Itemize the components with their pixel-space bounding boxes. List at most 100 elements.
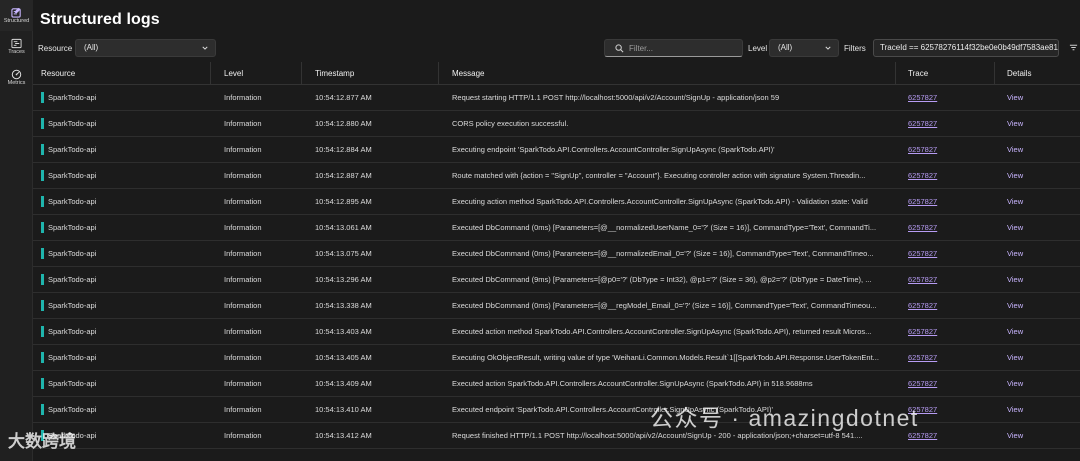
trace-link[interactable]: 6257827: [908, 327, 937, 336]
resource-name: SparkTodo-api: [48, 171, 97, 180]
trace-cell: 6257827: [896, 379, 995, 388]
trace-cell: 6257827: [896, 171, 995, 180]
resource-name: SparkTodo-api: [48, 379, 97, 388]
table-row[interactable]: SparkTodo-api Information 10:54:12.887 AM R…: [33, 163, 1080, 189]
table-row[interactable]: SparkTodo-api Information 10:54:13.405 AM E…: [33, 345, 1080, 371]
resource-color-bar: [41, 118, 44, 129]
table-row[interactable]: SparkTodo-api Information 10:54:12.884 AM E…: [33, 137, 1080, 163]
details-cell: View: [995, 275, 1080, 284]
level-select[interactable]: (All): [769, 39, 839, 57]
timestamp-cell: 10:54:13.296 AM: [315, 275, 372, 284]
level-cell: Information: [224, 171, 262, 180]
column-header-details[interactable]: Details: [995, 62, 1080, 84]
trace-filter-chip[interactable]: TraceId == 62578276114f32be0e0b49df7583a…: [873, 39, 1059, 57]
rail-item-structured[interactable]: Structured: [0, 0, 33, 31]
resource-color-bar: [41, 430, 44, 441]
trace-link[interactable]: 6257827: [908, 275, 937, 284]
table-row[interactable]: SparkTodo-api Information 10:54:13.061 AM E…: [33, 215, 1080, 241]
resource-cell: SparkTodo-api: [33, 170, 211, 181]
rail-item-metrics[interactable]: Metrics: [0, 62, 33, 93]
table-row[interactable]: SparkTodo-api Information 10:54:12.877 AM R…: [33, 85, 1080, 111]
resource-cell: SparkTodo-api: [33, 430, 211, 441]
resource-cell: SparkTodo-api: [33, 196, 211, 207]
level-cell: Information: [224, 327, 262, 336]
search-icon: [615, 44, 624, 53]
trace-link[interactable]: 6257827: [908, 223, 937, 232]
table-row[interactable]: SparkTodo-api Information 10:54:13.338 AM E…: [33, 293, 1080, 319]
table-row[interactable]: SparkTodo-api Information 10:54:13.412 AM R…: [33, 423, 1080, 449]
structured-logs-icon: [11, 7, 21, 18]
view-details-link[interactable]: View: [1007, 197, 1023, 206]
level-cell: Information: [224, 405, 262, 414]
level-cell: Information: [224, 379, 262, 388]
table-row[interactable]: SparkTodo-api Information 10:54:13.410 AM E…: [33, 397, 1080, 423]
view-details-link[interactable]: View: [1007, 223, 1023, 232]
trace-link[interactable]: 6257827: [908, 171, 937, 180]
level-cell: Information: [224, 431, 262, 440]
column-header-trace[interactable]: Trace: [896, 62, 995, 84]
resource-color-bar: [41, 378, 44, 389]
view-details-link[interactable]: View: [1007, 327, 1023, 336]
trace-link[interactable]: 6257827: [908, 353, 937, 362]
trace-link[interactable]: 6257827: [908, 145, 937, 154]
timestamp-cell: 10:54:12.880 AM: [315, 119, 372, 128]
details-cell: View: [995, 327, 1080, 336]
message-cell: Executing action method SparkTodo.API.Co…: [452, 197, 868, 206]
trace-cell: 6257827: [896, 301, 995, 310]
table-row[interactable]: SparkTodo-api Information 10:54:12.880 AM C…: [33, 111, 1080, 137]
details-cell: View: [995, 93, 1080, 102]
view-details-link[interactable]: View: [1007, 93, 1023, 102]
view-details-link[interactable]: View: [1007, 171, 1023, 180]
table-row[interactable]: SparkTodo-api Information 10:54:13.075 AM E…: [33, 241, 1080, 267]
view-details-link[interactable]: View: [1007, 119, 1023, 128]
table-row[interactable]: SparkTodo-api Information 10:54:13.403 AM E…: [33, 319, 1080, 345]
message-cell: Executed action SparkTodo.API.Controller…: [452, 379, 813, 388]
column-header-resource[interactable]: Resource: [33, 62, 211, 84]
message-cell: Request starting HTTP/1.1 POST http://lo…: [452, 93, 780, 102]
view-details-link[interactable]: View: [1007, 353, 1023, 362]
resource-name: SparkTodo-api: [48, 223, 97, 232]
details-cell: View: [995, 171, 1080, 180]
filter-search[interactable]: [604, 39, 743, 57]
level-cell: Information: [224, 93, 262, 102]
view-details-link[interactable]: View: [1007, 275, 1023, 284]
table-row[interactable]: SparkTodo-api Information 10:54:12.895 AM E…: [33, 189, 1080, 215]
resource-name: SparkTodo-api: [48, 145, 97, 154]
view-details-link[interactable]: View: [1007, 431, 1023, 440]
resource-cell: SparkTodo-api: [33, 404, 211, 415]
column-header-message[interactable]: Message: [439, 62, 896, 84]
trace-cell: 6257827: [896, 327, 995, 336]
left-nav-rail: Structured Traces Metrics: [0, 0, 33, 461]
resource-color-bar: [41, 170, 44, 181]
trace-link[interactable]: 6257827: [908, 405, 937, 414]
level-cell: Information: [224, 275, 262, 284]
trace-link[interactable]: 6257827: [908, 301, 937, 310]
view-details-link[interactable]: View: [1007, 145, 1023, 154]
table-row[interactable]: SparkTodo-api Information 10:54:13.296 AM E…: [33, 267, 1080, 293]
column-header-timestamp[interactable]: Timestamp: [302, 62, 439, 84]
details-cell: View: [995, 353, 1080, 362]
view-details-link[interactable]: View: [1007, 301, 1023, 310]
rail-item-traces[interactable]: Traces: [0, 31, 33, 62]
resource-name: SparkTodo-api: [48, 249, 97, 258]
trace-link[interactable]: 6257827: [908, 197, 937, 206]
resource-select[interactable]: (All): [75, 39, 216, 57]
view-details-link[interactable]: View: [1007, 249, 1023, 258]
trace-link[interactable]: 6257827: [908, 379, 937, 388]
trace-link[interactable]: 6257827: [908, 249, 937, 258]
trace-cell: 6257827: [896, 353, 995, 362]
column-header-level[interactable]: Level: [211, 62, 302, 84]
table-row[interactable]: SparkTodo-api Information 10:54:13.409 AM E…: [33, 371, 1080, 397]
filter-icon[interactable]: [1069, 43, 1078, 52]
message-cell: Executed DbCommand (0ms) [Parameters=[@_…: [452, 301, 877, 310]
details-cell: View: [995, 379, 1080, 388]
filter-search-input[interactable]: [629, 41, 739, 55]
view-details-link[interactable]: View: [1007, 379, 1023, 388]
trace-link[interactable]: 6257827: [908, 93, 937, 102]
trace-link[interactable]: 6257827: [908, 431, 937, 440]
rail-item-label: Traces: [8, 48, 25, 55]
rail-item-label: Metrics: [7, 79, 26, 86]
level-cell: Information: [224, 353, 262, 362]
trace-link[interactable]: 6257827: [908, 119, 937, 128]
view-details-link[interactable]: View: [1007, 405, 1023, 414]
